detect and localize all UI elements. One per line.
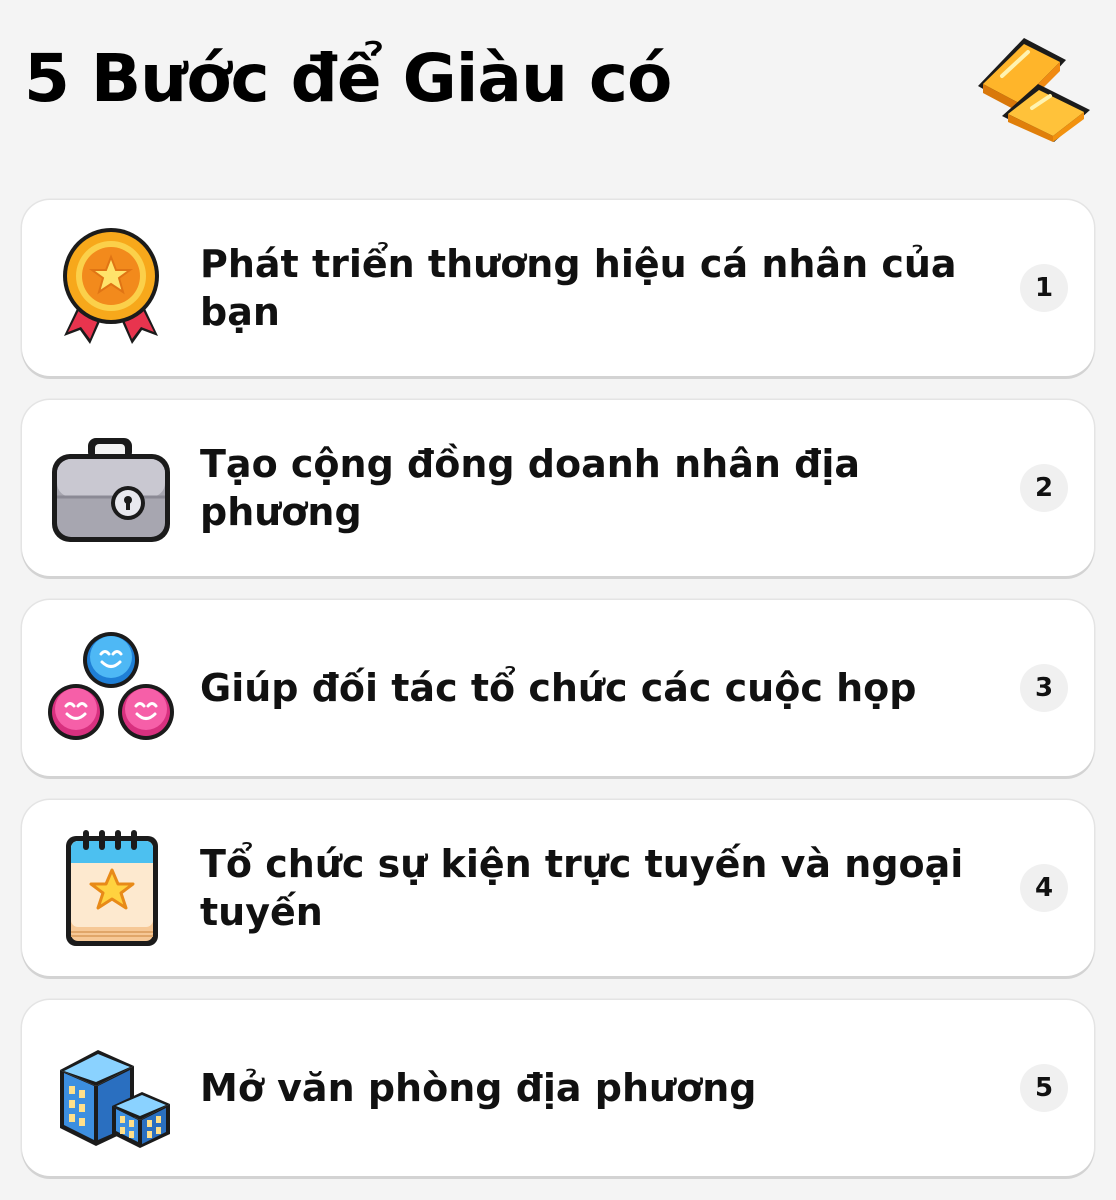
step-label: Tạo cộng đồng doanh nhân địa phương	[200, 442, 860, 534]
office-buildings-icon	[46, 1024, 176, 1152]
step-number-badge: 1	[1020, 264, 1068, 312]
medal-icon	[46, 224, 176, 352]
step-label: Tổ chức sự kiện trực tuyến và ngoại tuyế…	[200, 842, 964, 934]
step-card-5[interactable]: Mở văn phòng địa phương 5	[22, 1000, 1094, 1176]
step-number-badge: 5	[1020, 1064, 1068, 1112]
page-title: 5 Bước để Giàu có	[24, 40, 672, 117]
step-number-badge: 4	[1020, 864, 1068, 912]
calendar-star-icon	[46, 824, 176, 952]
step-number-badge: 2	[1020, 464, 1068, 512]
step-card-2[interactable]: Tạo cộng đồng doanh nhân địa phương 2	[22, 400, 1094, 576]
steps-list: Phát triển thương hiệu cá nhân của bạn 1	[22, 200, 1094, 1200]
page-header: 5 Bước để Giàu có	[0, 0, 1116, 190]
step-number-badge: 3	[1020, 664, 1068, 712]
briefcase-icon	[46, 424, 176, 552]
step-label: Giúp đối tác tổ chức các cuộc họp	[200, 666, 917, 710]
smiley-group-icon	[46, 624, 176, 752]
step-card-3[interactable]: Giúp đối tác tổ chức các cuộc họp 3	[22, 600, 1094, 776]
step-label: Mở văn phòng địa phương	[200, 1066, 757, 1110]
step-label: Phát triển thương hiệu cá nhân của bạn	[200, 242, 957, 334]
step-card-1[interactable]: Phát triển thương hiệu cá nhân của bạn 1	[22, 200, 1094, 376]
step-card-4[interactable]: Tổ chức sự kiện trực tuyến và ngoại tuyế…	[22, 800, 1094, 976]
gold-bars-icon	[958, 24, 1094, 150]
